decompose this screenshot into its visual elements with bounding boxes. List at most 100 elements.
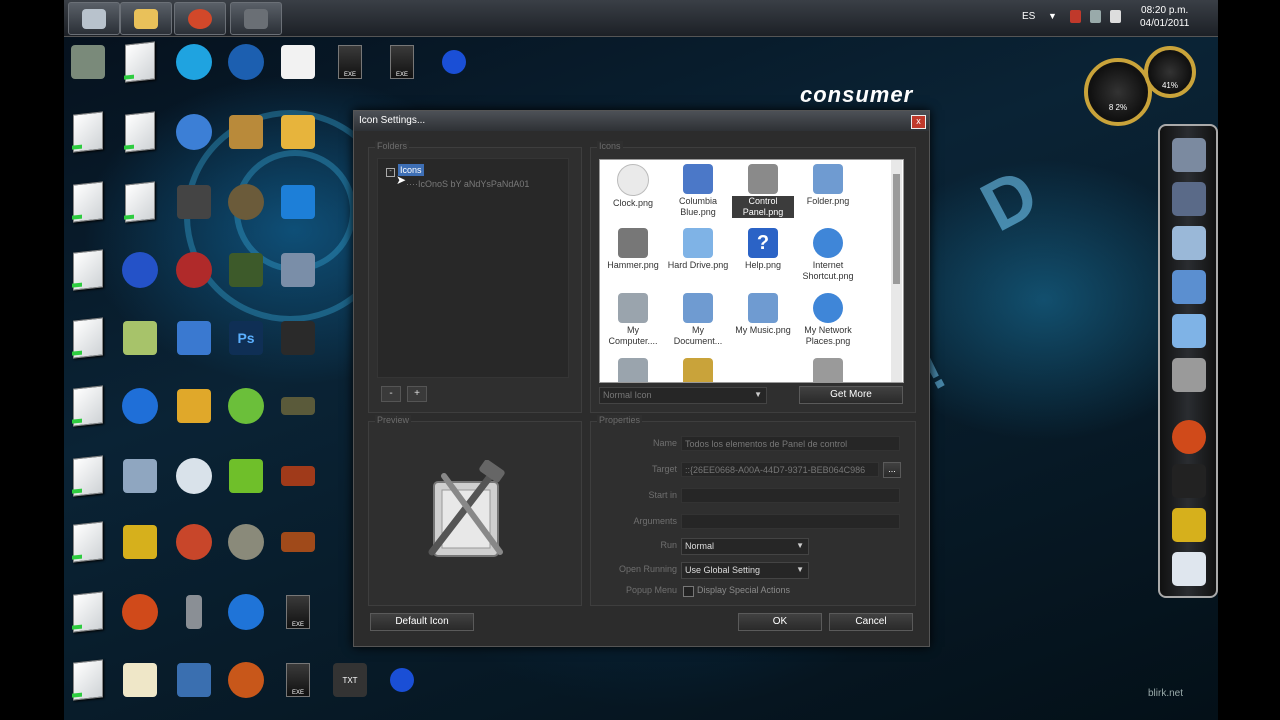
desktop-icon[interactable] [68, 385, 108, 427]
run-select[interactable]: Normal ▼ [681, 538, 809, 555]
language-indicator[interactable]: ES [1022, 11, 1035, 22]
icon-item[interactable] [602, 356, 664, 382]
collapse-toggle[interactable]: - [386, 168, 395, 177]
desktop-icon[interactable] [120, 181, 160, 223]
taskbar-app-counter-strike[interactable] [68, 2, 120, 35]
desktop-icon[interactable] [174, 660, 214, 700]
open-running-select[interactable]: Use Global Setting ▼ [681, 562, 809, 579]
desktop-icon[interactable] [120, 41, 160, 83]
browse-target-button[interactable]: ... [883, 462, 901, 478]
icon-item[interactable]: Hard Drive.png [667, 226, 729, 271]
taskbar-app-media-player[interactable] [174, 2, 226, 35]
scrollbar-thumb[interactable] [893, 174, 900, 284]
media-center-icon[interactable] [1172, 182, 1206, 216]
desktop-icon[interactable]: Ps [226, 318, 266, 358]
recycle-bin-icon[interactable] [1172, 552, 1206, 586]
desktop-icon[interactable] [382, 660, 422, 700]
icon-item[interactable]: My Music.png [732, 291, 794, 336]
close-button[interactable]: x [911, 115, 926, 129]
desktop-icon[interactable]: EXE [278, 592, 318, 632]
desktop-icon[interactable] [174, 386, 214, 426]
desktop-icon[interactable] [120, 386, 160, 426]
desktop-icon[interactable] [226, 250, 266, 290]
system-clock[interactable]: 08:20 p.m. 04/01/2011 [1140, 4, 1189, 30]
desktop-icon[interactable]: EXE [382, 42, 422, 82]
desktop-icon[interactable] [174, 112, 214, 152]
dialog-title-bar[interactable]: Icon Settings... x [354, 111, 929, 131]
pictures-icon[interactable] [1172, 314, 1206, 348]
desktop-icon[interactable] [226, 42, 266, 82]
icon-item-selected[interactable]: Control Panel.png [732, 162, 794, 218]
desktop-icon[interactable]: EXE [330, 42, 370, 82]
network-tray-icon[interactable] [1090, 10, 1101, 23]
desktop-icon[interactable] [278, 522, 318, 562]
volume-icon[interactable] [1110, 10, 1121, 23]
music-icon[interactable] [1172, 270, 1206, 304]
taskbar-app-video[interactable] [230, 2, 282, 35]
desktop-icon[interactable] [278, 456, 318, 496]
icon-item[interactable]: My Computer.... [602, 291, 664, 347]
desktop-icon[interactable] [68, 317, 108, 359]
default-icon-button[interactable]: Default Icon [370, 613, 474, 631]
icon-item[interactable]: ? Help.png [732, 226, 794, 271]
desktop-icon[interactable] [174, 522, 214, 562]
tray-expand-arrow[interactable]: ▼ [1048, 11, 1057, 21]
desktop-icon[interactable] [174, 42, 214, 82]
desktop-icon[interactable] [68, 181, 108, 223]
desktop-icon[interactable] [174, 182, 214, 222]
ok-button[interactable]: OK [738, 613, 822, 631]
desktop-icon[interactable] [278, 112, 318, 152]
desktop-icon[interactable] [174, 456, 214, 496]
desktop-icon[interactable] [68, 249, 108, 291]
desktop-icon[interactable] [68, 111, 108, 153]
icon-item[interactable]: Folder.png [797, 162, 859, 207]
icon-item[interactable]: Internet Shortcut.png [797, 226, 859, 282]
control-panel-icon[interactable] [1172, 358, 1206, 392]
desktop-icon[interactable] [278, 182, 318, 222]
desktop-icon[interactable] [226, 592, 266, 632]
cancel-button[interactable]: Cancel [829, 613, 913, 631]
icon-mode-select[interactable]: Normal Icon ▼ [599, 387, 767, 404]
desktop-icon[interactable] [226, 456, 266, 496]
taskbar-app-explorer[interactable] [120, 2, 172, 35]
tools-icon[interactable] [1172, 508, 1206, 542]
desktop-icon[interactable] [120, 111, 160, 153]
desktop-icon[interactable] [68, 521, 108, 563]
name-field[interactable]: Todos los elementos de Panel de control [681, 436, 900, 451]
icon-item[interactable]: Hammer.png [602, 226, 664, 271]
get-more-button[interactable]: Get More [799, 386, 903, 404]
icon-item[interactable]: My Document... [667, 291, 729, 347]
remove-folder-button[interactable]: - [381, 386, 401, 402]
add-folder-button[interactable]: + [407, 386, 427, 402]
desktop-icon[interactable] [120, 592, 160, 632]
flag-icon[interactable] [1070, 10, 1081, 23]
target-field[interactable]: ::{26EE0668-A00A-44D7-9371-BEB064C986 [681, 462, 879, 477]
desktop-icon[interactable] [278, 318, 318, 358]
computer-icon[interactable] [1172, 138, 1206, 172]
desktop-icon[interactable] [278, 250, 318, 290]
desktop-icon[interactable] [174, 318, 214, 358]
desktop-icon[interactable] [120, 522, 160, 562]
shirt-icon[interactable] [1172, 464, 1206, 498]
arguments-field[interactable] [681, 514, 900, 529]
desktop-icon[interactable] [120, 318, 160, 358]
desktop-icon[interactable] [226, 660, 266, 700]
desktop-icon[interactable] [120, 456, 160, 496]
desktop-icon[interactable] [226, 386, 266, 426]
desktop-icon[interactable] [226, 112, 266, 152]
icon-item[interactable]: Clock.png [602, 162, 664, 209]
desktop-icon[interactable] [68, 42, 108, 82]
firefox-icon[interactable] [1172, 420, 1206, 454]
desktop-icon[interactable]: TXT [330, 660, 370, 700]
desktop-icon[interactable] [120, 250, 160, 290]
icon-item[interactable] [667, 356, 729, 382]
desktop-icon[interactable] [68, 659, 108, 701]
desktop-icon[interactable] [434, 42, 474, 82]
special-actions-checkbox[interactable] [683, 586, 694, 597]
tree-item-child[interactable]: ····IcOnoS bY aNdYsPaNdA01 [406, 179, 529, 189]
desktop-icon[interactable] [68, 455, 108, 497]
icons-grid[interactable]: Clock.png Columbia Blue.png Control Pane… [599, 159, 904, 383]
desktop-icon[interactable] [174, 592, 214, 632]
icon-item[interactable]: My Network Places.png [797, 291, 859, 347]
desktop-icon[interactable] [226, 522, 266, 562]
